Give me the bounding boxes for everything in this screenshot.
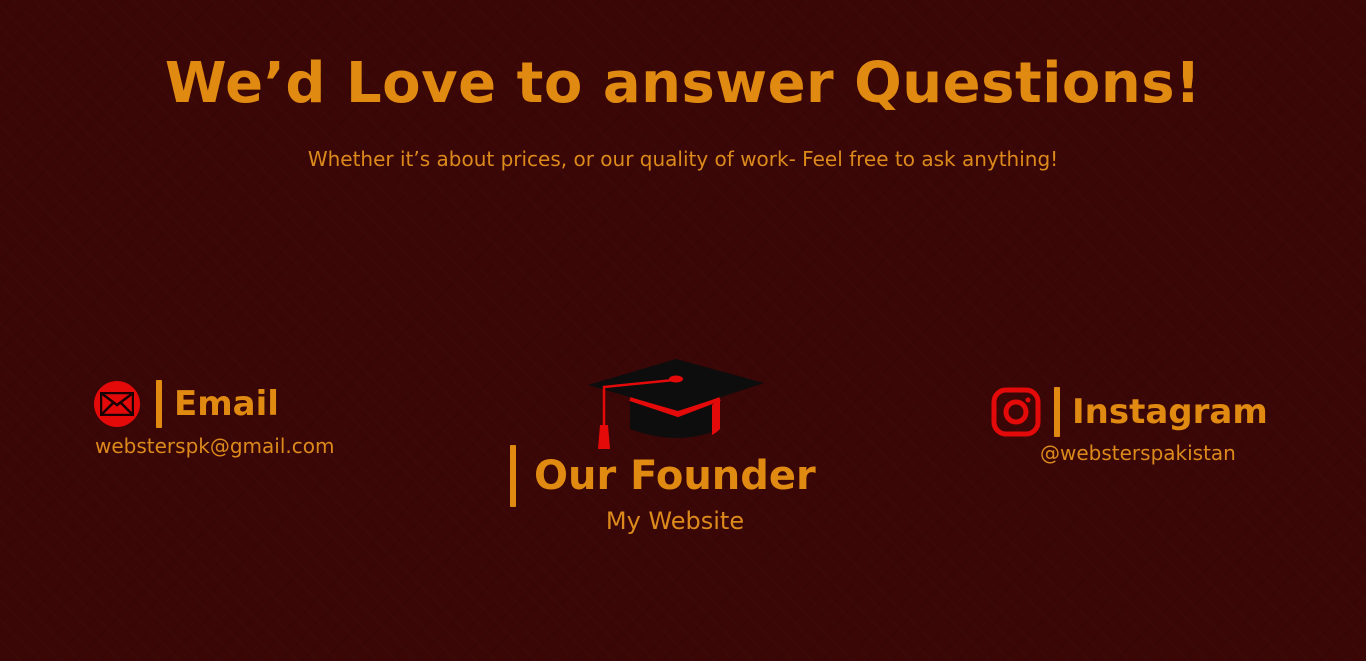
instagram-label: Instagram bbox=[1072, 392, 1268, 432]
page-title: We’d Love to answer Questions! bbox=[164, 51, 1202, 116]
founder-label: Our Founder bbox=[534, 453, 816, 499]
email-header: Email bbox=[94, 378, 394, 430]
founder-website-link[interactable]: My Website bbox=[510, 505, 840, 537]
email-contact: Email websterspk@gmail.com bbox=[94, 378, 394, 460]
instagram-handle-link[interactable]: @websterspakistan bbox=[1040, 439, 1290, 467]
email-address-link[interactable]: websterspk@gmail.com bbox=[95, 432, 394, 460]
instagram-contact: Instagram @websterspakistan bbox=[990, 385, 1290, 467]
email-label: Email bbox=[174, 384, 279, 424]
divider-bar bbox=[156, 380, 162, 428]
instagram-icon[interactable] bbox=[990, 386, 1042, 438]
divider-bar bbox=[1054, 387, 1060, 437]
instagram-header: Instagram bbox=[990, 385, 1290, 439]
page-subtitle: Whether it’s about prices, or our qualit… bbox=[307, 147, 1059, 171]
graduation-cap-icon bbox=[586, 355, 766, 455]
envelope-icon[interactable] bbox=[94, 381, 140, 427]
divider-bar bbox=[510, 445, 516, 507]
founder-header: Our Founder bbox=[510, 443, 816, 509]
